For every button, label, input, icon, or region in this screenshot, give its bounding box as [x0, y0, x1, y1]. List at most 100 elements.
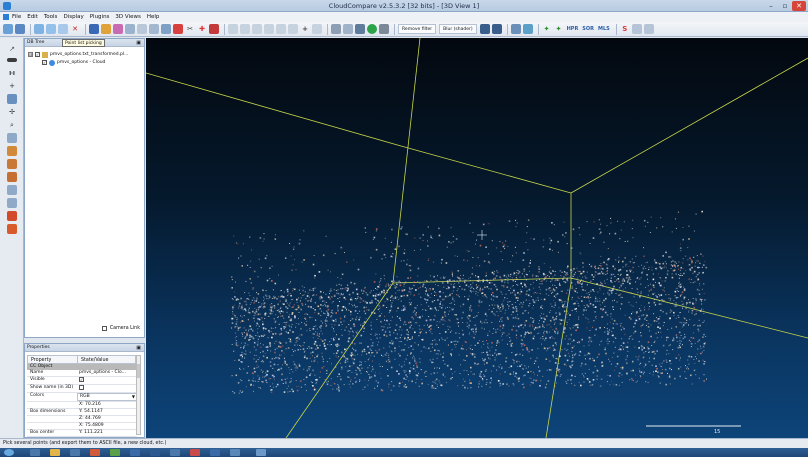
view-left-icon[interactable] [252, 24, 262, 34]
qpcv-icon[interactable] [522, 24, 533, 34]
minimize-button[interactable]: – [764, 1, 778, 11]
view-front-side-icon[interactable] [7, 146, 17, 156]
menu-edit[interactable]: Edit [27, 14, 38, 20]
view-front-icon[interactable] [228, 24, 238, 34]
view-right-icon[interactable] [264, 24, 274, 34]
ambient-occlusion-icon[interactable] [367, 24, 377, 34]
taskbar-app-icon[interactable] [150, 449, 160, 456]
remove-filter-button[interactable]: Remove filter [398, 24, 437, 34]
taskbar-app-icon[interactable] [110, 449, 120, 456]
properties-scrollbar[interactable] [136, 355, 141, 435]
tree-item-cloud[interactable]: ✓ pmvs_options - Cloud [42, 59, 105, 66]
taskbar-app-icon[interactable] [210, 449, 220, 456]
move-icon[interactable]: ✢ [7, 107, 17, 117]
rendering-icon[interactable] [331, 24, 341, 34]
point-picking-icon[interactable] [58, 24, 68, 34]
column-property[interactable]: Property [28, 356, 78, 363]
menu-3d-views[interactable]: 3D Views [115, 14, 140, 20]
sample-points-icon[interactable] [113, 24, 123, 34]
zoom-icon[interactable]: ⌕ [7, 120, 17, 130]
lighting-icon[interactable] [379, 24, 389, 34]
property-value[interactable]: pmvs_options - Clo... [77, 370, 137, 376]
menu-display[interactable]: Display [63, 14, 83, 20]
taskbar-app-icon[interactable] [50, 449, 60, 456]
view-bottom-side-icon[interactable] [7, 198, 17, 208]
ssao-icon[interactable] [491, 24, 502, 34]
zoom-fit-side-icon[interactable] [7, 94, 17, 104]
merge-icon[interactable] [46, 24, 56, 34]
tree-item-transformed[interactable]: ⊟ ✓ pmvs_options.txt_transformed.pl... [28, 51, 128, 58]
open-icon[interactable] [3, 24, 13, 34]
visibility-checkbox[interactable]: ✓ [42, 60, 47, 65]
blur-shader-button[interactable]: Blur (shader) [439, 24, 477, 34]
mls-button[interactable]: MLS [597, 24, 611, 34]
menu-file[interactable]: File [12, 14, 21, 20]
segment-icon[interactable]: ✂ [185, 24, 195, 34]
maximize-button[interactable]: ▫ [778, 1, 792, 11]
ransac-icon[interactable]: S [620, 24, 630, 34]
sor-button[interactable]: SOR [581, 24, 595, 34]
colors-select[interactable]: RGB ▼ [77, 393, 137, 401]
compute-distances-icon[interactable] [173, 24, 183, 34]
kinect-icon[interactable] [631, 24, 642, 34]
clone-icon[interactable] [34, 24, 44, 34]
taskbar-app-icon[interactable] [90, 449, 100, 456]
show-name-checkbox[interactable] [79, 385, 84, 390]
scrollbar-thumb[interactable] [137, 364, 140, 378]
taskbar-app-icon[interactable] [170, 449, 180, 456]
taskbar-app-icon[interactable] [30, 449, 40, 456]
visibility-checkbox[interactable]: ✓ [35, 52, 40, 57]
taskbar-app-icon[interactable] [70, 449, 80, 456]
start-icon[interactable] [4, 449, 14, 456]
iso-view-2-icon[interactable] [7, 224, 17, 234]
view-left-side-icon[interactable] [7, 159, 17, 169]
cross-section-icon[interactable]: ✚ [197, 24, 207, 34]
taskbar-app-icon[interactable] [130, 449, 140, 456]
taskbar-app-icon[interactable] [256, 449, 266, 456]
scene-canvas[interactable] [146, 38, 808, 438]
octree-icon[interactable] [161, 24, 171, 34]
poisson-icon[interactable] [643, 24, 654, 34]
pin-icon[interactable]: ▣ [136, 344, 141, 352]
crop-icon[interactable] [209, 24, 219, 34]
expand-icon[interactable]: ⊟ [28, 52, 33, 57]
pivot-icon[interactable]: ↗ [7, 44, 17, 54]
menu-tools[interactable]: Tools [44, 14, 58, 20]
delete-icon[interactable]: ✕ [70, 24, 80, 34]
iso-view-1-icon[interactable] [7, 211, 17, 221]
screenshot-icon[interactable] [355, 24, 365, 34]
perspective-icon[interactable]: I·I [7, 69, 17, 79]
eye-dome-lighting-icon[interactable] [479, 24, 490, 34]
taskbar-app-icon[interactable] [190, 449, 200, 456]
zoom-fit-icon[interactable] [312, 24, 322, 34]
scalar-field-icon[interactable] [137, 24, 147, 34]
crosshair-icon[interactable]: + [7, 81, 17, 91]
view-back-icon[interactable] [240, 24, 250, 34]
subsample-icon[interactable] [125, 24, 135, 34]
3d-view[interactable]: 15 [146, 38, 808, 438]
translate-rotate-icon[interactable] [89, 24, 99, 34]
align-icon[interactable] [101, 24, 111, 34]
view-top-icon[interactable] [276, 24, 286, 34]
camera-link-checkbox[interactable]: Camera Link [101, 326, 140, 331]
column-state-value[interactable]: State/Value [78, 356, 136, 363]
close-button[interactable]: ✕ [792, 1, 806, 11]
visible-checkbox[interactable]: ✓ [79, 377, 84, 382]
orthographic-icon[interactable] [7, 58, 17, 62]
view-back-side-icon[interactable] [7, 172, 17, 182]
hpr-button[interactable]: HPR [566, 24, 580, 34]
taskbar-app-icon[interactable] [230, 449, 240, 456]
pin-icon[interactable]: ▣ [136, 39, 141, 47]
camera-settings-icon[interactable] [343, 24, 353, 34]
menu-help[interactable]: Help [147, 14, 160, 20]
zoom-in-icon[interactable]: + [300, 24, 310, 34]
checkbox[interactable] [101, 326, 107, 331]
view-top-side-icon[interactable] [7, 133, 17, 143]
qanimation-icon[interactable] [510, 24, 521, 34]
view-bottom-icon[interactable] [288, 24, 298, 34]
normals-icon[interactable] [149, 24, 159, 34]
canupo-icon[interactable]: ✦ [542, 24, 552, 34]
view-right-side-icon[interactable] [7, 185, 17, 195]
menu-plugins[interactable]: Plugins [90, 14, 110, 20]
facets-icon[interactable]: ✦ [554, 24, 564, 34]
